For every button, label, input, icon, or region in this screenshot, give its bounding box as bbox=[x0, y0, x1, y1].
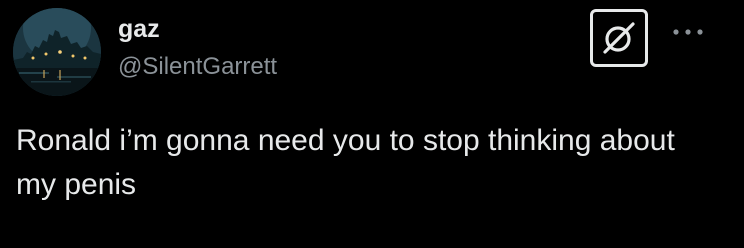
tweet-card[interactable]: gaz @SilentGarrett Ronald i’m gonna need… bbox=[0, 0, 744, 248]
tweet-text: Ronald i’m gonna need you to stop thinki… bbox=[16, 124, 675, 201]
grok-icon bbox=[603, 22, 635, 54]
grok-button[interactable] bbox=[590, 9, 648, 67]
profile-photo-icon bbox=[13, 8, 101, 96]
more-options-button[interactable] bbox=[666, 18, 710, 46]
user-handle[interactable]: @SilentGarrett bbox=[118, 52, 277, 82]
display-name[interactable]: gaz bbox=[118, 14, 160, 44]
avatar[interactable] bbox=[13, 8, 101, 96]
more-options-icon bbox=[673, 29, 703, 35]
